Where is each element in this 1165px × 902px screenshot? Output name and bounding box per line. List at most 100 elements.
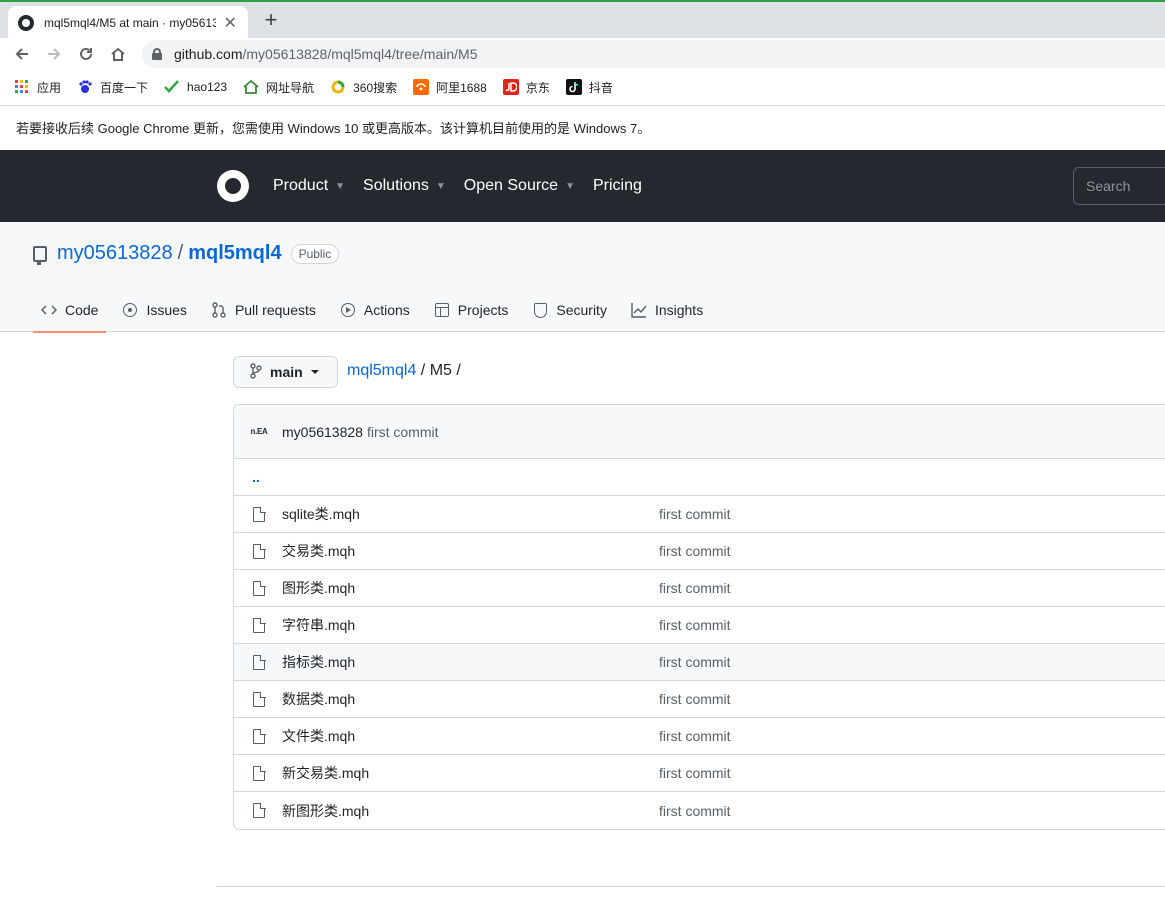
file-name-link[interactable]: 指标类.mqh: [282, 652, 355, 672]
close-tab-icon[interactable]: ✕: [222, 13, 238, 33]
nav-product[interactable]: Product ▼: [273, 177, 345, 195]
bookmark-label: 网址导航: [266, 80, 315, 95]
bookmark-label: 百度一下: [100, 80, 149, 95]
table-row[interactable]: 指标类.mqh first commit: [234, 644, 1165, 681]
tab-actions[interactable]: Actions: [332, 288, 418, 332]
file-commit-link[interactable]: first commit: [659, 803, 731, 819]
tab-issues[interactable]: Issues: [114, 288, 194, 332]
breadcrumb-repo-link[interactable]: mql5mql4: [347, 362, 416, 379]
file-name-link[interactable]: 交易类.mqh: [282, 541, 355, 561]
bookmark-label: 抖音: [588, 80, 613, 95]
file-name-link[interactable]: 字符串.mqh: [282, 615, 355, 635]
nav-label: Solutions: [363, 177, 429, 194]
nav-pricing[interactable]: Pricing: [593, 177, 642, 195]
file-list: n.EA my05613828 first commit .. sqlite类.…: [233, 404, 1165, 830]
github-logo-icon[interactable]: [217, 170, 249, 202]
search-input[interactable]: Search: [1073, 167, 1165, 205]
jd-icon: [502, 79, 519, 95]
commit-author-link[interactable]: my05613828: [282, 424, 363, 440]
home-icon[interactable]: [102, 38, 134, 70]
url-path: /my05613828/mql5mql4/tree/main/M5: [242, 46, 478, 62]
tab-label: Insights: [654, 302, 704, 318]
pull-request-icon: [211, 302, 227, 318]
bookmark-360[interactable]: 360搜索: [330, 79, 397, 96]
table-row[interactable]: 交易类.mqh first commit: [234, 533, 1165, 570]
table-row[interactable]: 文件类.mqh first commit: [234, 718, 1165, 755]
file-name-link[interactable]: 新图形类.mqh: [282, 801, 369, 821]
file-commit-link[interactable]: first commit: [659, 765, 731, 781]
parent-directory-link[interactable]: ..: [234, 459, 1165, 496]
file-name-link[interactable]: 数据类.mqh: [282, 689, 355, 709]
table-row[interactable]: 图形类.mqh first commit: [234, 570, 1165, 607]
360-icon: [330, 79, 346, 95]
tab-code[interactable]: Code: [33, 288, 107, 333]
branch-name: main: [270, 364, 303, 380]
table-row[interactable]: 新图形类.mqh first commit: [234, 792, 1165, 829]
1688-icon: [413, 79, 430, 95]
file-commit-link[interactable]: first commit: [659, 654, 731, 670]
table-row[interactable]: 新交易类.mqh first commit: [234, 755, 1165, 792]
file-name-link[interactable]: 图形类.mqh: [282, 578, 355, 598]
repo-owner-link[interactable]: my05613828: [57, 242, 173, 265]
url-host: github.com: [174, 46, 243, 62]
file-name-link[interactable]: 文件类.mqh: [282, 726, 355, 746]
reload-icon[interactable]: [70, 38, 102, 70]
table-row[interactable]: sqlite类.mqh first commit: [234, 496, 1165, 533]
back-arrow-icon[interactable]: [6, 38, 38, 70]
file-commit-link[interactable]: first commit: [659, 506, 731, 522]
github-header: Product ▼ Solutions ▼ Open Source ▼ Pricing…: [0, 150, 1165, 222]
file-icon: [253, 691, 266, 707]
bookmark-nav[interactable]: 网址导航: [243, 79, 314, 96]
bookmark-label: hao123: [187, 80, 228, 94]
commit-message-link[interactable]: first commit: [367, 424, 439, 440]
browser-tab[interactable]: mql5mql4/M5 at main · my05613828/mql5mql…: [8, 6, 248, 40]
file-commit-link[interactable]: first commit: [659, 617, 731, 633]
file-name-link[interactable]: sqlite类.mqh: [282, 504, 360, 524]
nav-solutions[interactable]: Solutions ▼: [363, 177, 446, 195]
tab-pull-requests[interactable]: Pull requests: [203, 288, 324, 332]
issue-icon: [122, 302, 138, 318]
tab-label: Issues: [146, 302, 187, 318]
url-text: github.com/my05613828/mql5mql4/tree/main…: [174, 46, 478, 62]
avatar[interactable]: n.EA: [248, 421, 270, 443]
address-bar[interactable]: github.com/my05613828/mql5mql4/tree/main…: [142, 40, 1165, 68]
tab-projects[interactable]: Projects: [426, 288, 517, 332]
repo-separator: /: [177, 242, 184, 264]
latest-commit-row: n.EA my05613828 first commit: [234, 405, 1165, 459]
nav-label: Pricing: [592, 177, 642, 194]
chevron-down-icon: ▼: [335, 180, 346, 192]
lock-icon[interactable]: [152, 48, 162, 60]
github-favicon-icon: [18, 15, 34, 31]
file-name-link[interactable]: 新交易类.mqh: [282, 763, 369, 783]
git-branch-icon: [250, 362, 262, 382]
tab-label: Code: [65, 302, 99, 318]
update-info-bar: 若要接收后续 Google Chrome 更新，您需使用 Windows 10 …: [0, 105, 1165, 149]
bookmark-1688[interactable]: 阿里1688: [413, 79, 487, 96]
tab-label: Projects: [457, 302, 509, 318]
graph-icon: [631, 302, 647, 318]
file-commit-link[interactable]: first commit: [659, 691, 731, 707]
file-commit-link[interactable]: first commit: [659, 728, 731, 744]
table-row[interactable]: 数据类.mqh first commit: [234, 681, 1165, 718]
forward-arrow-icon[interactable]: [38, 38, 70, 70]
bookmark-douyin[interactable]: 抖音: [565, 79, 613, 96]
branch-select-button[interactable]: main: [233, 356, 338, 388]
bookmark-hao123[interactable]: hao123: [164, 79, 227, 95]
bookmark-baidu[interactable]: 百度一下: [77, 79, 148, 96]
file-commit-link[interactable]: first commit: [659, 580, 731, 596]
tab-insights[interactable]: Insights: [623, 288, 711, 332]
table-row[interactable]: 字符串.mqh first commit: [234, 607, 1165, 644]
repo-name-link[interactable]: mql5mql4: [188, 242, 281, 265]
chevron-down-icon: ▼: [435, 180, 446, 192]
new-tab-icon[interactable]: +: [259, 8, 283, 32]
nav-open-source[interactable]: Open Source ▼: [464, 177, 575, 195]
bookmark-jd[interactable]: 京东: [502, 79, 550, 96]
bookmark-apps[interactable]: 应用: [14, 79, 61, 96]
douyin-icon: [565, 79, 582, 95]
file-commit-link[interactable]: first commit: [659, 543, 731, 559]
tab-security[interactable]: Security: [524, 288, 615, 332]
table-icon: [434, 302, 450, 318]
hao123-icon: [164, 79, 180, 95]
file-icon: [253, 654, 266, 670]
code-icon: [41, 302, 57, 318]
